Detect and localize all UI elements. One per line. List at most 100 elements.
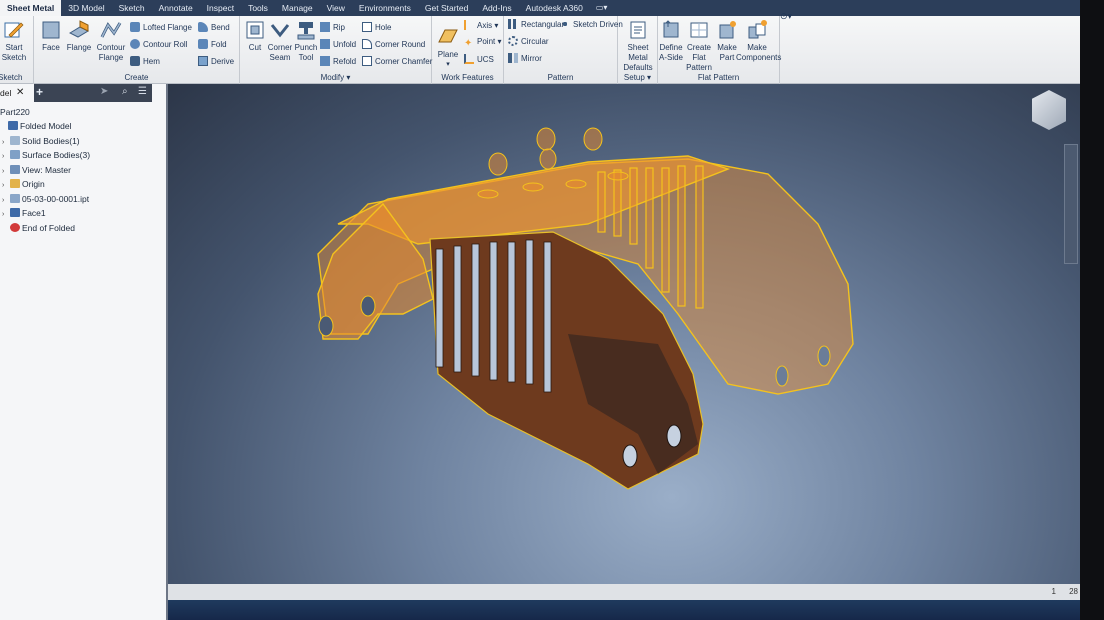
hamburger-menu-icon[interactable]: ☰ [138,86,147,97]
browser-tree-item[interactable]: › Face1 [2,207,46,221]
plane-dropdown-icon[interactable]: ▾ [434,60,462,70]
rectangular-pattern-button[interactable]: Rectangular [508,19,564,30]
browser-tab-model[interactable]: del ✕ [0,84,34,102]
close-icon[interactable]: ✕ [16,87,24,98]
bend-button[interactable]: Bend [198,22,230,33]
tab-tools[interactable]: Tools [241,0,275,16]
work-features-panel-title: Work Features [441,73,494,82]
corner-round-button[interactable]: Corner Round [362,39,425,50]
corner-seam-icon [270,24,290,38]
search-icon[interactable]: ⌕ [122,86,128,97]
graphics-viewport[interactable]: ▬ ▭ ✕ [168,84,1084,600]
tab-annotate[interactable]: Annotate [152,0,200,16]
corner-seam-button[interactable]: Corner Seam [266,19,294,63]
ucs-button[interactable]: UCS [464,54,494,65]
modify-panel-title-text: Modify [320,73,345,82]
browser-tree-item-label: Solid Bodies(1) [22,135,80,146]
mirror-icon [508,53,518,63]
face-button[interactable]: Face [38,19,64,53]
punch-tool-button[interactable]: Punch Tool [292,19,320,63]
windows-taskbar [168,600,1084,620]
refold-button[interactable]: Refold [320,56,356,67]
flange-button[interactable]: Flange [64,19,94,53]
browser-tree-item[interactable]: › View: Master [2,164,71,178]
make-components-button[interactable]: Make Components [736,19,782,63]
ribbon-overflow-button[interactable]: ⊙▾ [780,11,792,22]
surface-body-icon [10,150,20,159]
corner-chamfer-button[interactable]: Corner Chamfer [362,56,432,67]
sketch-driven-pattern-button[interactable]: Sketch Driven [560,19,623,30]
tab-environments[interactable]: Environments [352,0,418,16]
front-face-hole-2 [666,424,682,448]
expand-arrow-icon[interactable]: › [2,180,10,192]
point-button[interactable]: ✦ Point ▾ [464,37,501,49]
expand-arrow-icon[interactable]: › [2,209,10,221]
browser-tree-item[interactable]: End of Folded [2,222,75,234]
tab-inspect[interactable]: Inspect [200,0,241,16]
hole-button[interactable]: Hole [362,22,391,33]
tab-sketch[interactable]: Sketch [112,0,152,16]
browser-tree-item[interactable]: › 05-03-00-0001.ipt [2,193,89,207]
create-flat-pattern-button[interactable]: Create Flat Pattern [682,19,716,73]
lofted-flange-label: Lofted Flange [143,23,192,32]
axis-button[interactable]: Axis ▾ [464,20,498,31]
tab-autodesk-a360[interactable]: Autodesk A360 [519,0,590,16]
unfold-button[interactable]: Unfold [320,39,356,50]
cut-button[interactable]: Cut [242,19,268,53]
rip-label: Rip [333,23,346,32]
browser-tree-item-label: View: Master [22,164,71,175]
define-a-side-button[interactable]: Define A-Side [658,19,684,63]
tab-get-started[interactable]: Get Started [418,0,475,16]
tab-sheet-metal[interactable]: Sheet Metal [0,0,62,16]
setup-panel-title[interactable]: Setup ▾ [618,73,657,82]
face-label: Face [42,43,60,52]
browser-tree-item[interactable]: Folded Model [0,120,72,132]
sheet-metal-defaults-button[interactable]: Sheet Metal Defaults [618,19,658,73]
expand-arrow-icon[interactable]: › [2,137,10,149]
make-part-button[interactable]: Make Part [716,19,738,63]
browser-tree-item[interactable]: › Origin [2,178,45,192]
model-browser: del ✕ + ⌕ ☰ ➤ Part220 Folded Model › Solid… [0,84,168,620]
flange-icon [68,20,90,38]
flat-pattern-panel: Define A-Side Create Flat Pattern Make P… [658,16,782,84]
fold-button[interactable]: Fold [198,39,227,50]
start-sketch-button[interactable]: Start Sketch [0,19,32,63]
derive-button[interactable]: Derive [198,56,234,67]
tab-add-ins[interactable]: Add-Ins [475,0,518,16]
browser-tree-item[interactable]: › Solid Bodies(1) [2,135,80,149]
contour-roll-button[interactable]: Contour Roll [130,39,187,50]
rip-button[interactable]: Rip [320,22,345,33]
plane-button[interactable]: Plane ▾ [434,26,462,70]
setup-panel-title-text: Setup [623,73,645,82]
ribbon-display-toggle-icon[interactable]: ▭▾ [590,0,614,16]
contour-flange-button[interactable]: Contour Flange [94,19,128,63]
tab-view[interactable]: View [320,0,352,16]
hem-button[interactable]: Hem [130,56,160,67]
expand-arrow-icon[interactable]: › [2,195,10,207]
fold-label: Fold [211,40,227,49]
expand-arrow-icon[interactable]: › [2,166,10,178]
axis-label: Axis [477,21,493,30]
tab-manage[interactable]: Manage [275,0,320,16]
plane-icon [438,29,458,43]
tab-3d-model[interactable]: 3D Model [61,0,111,16]
browser-tree-item-label: Folded Model [20,121,72,131]
contour-roll-icon [130,39,140,49]
modify-panel-title[interactable]: Modify ▾ [240,73,431,82]
circular-pattern-button[interactable]: Circular [508,36,549,47]
browser-tree-item-label: Surface Bodies(3) [22,150,91,160]
add-browser-tab-icon[interactable]: + [36,85,43,99]
mirror-button[interactable]: Mirror [508,53,542,64]
flat-pattern-panel-title: Flat Pattern [697,73,740,82]
expand-arrow-icon[interactable]: › [2,151,10,163]
browser-tree-item[interactable]: › Surface Bodies(3) [2,149,90,163]
face-icon [10,208,20,217]
corner-chamfer-icon [362,56,372,66]
hole-label: Hole [375,23,392,32]
axis-icon [464,20,474,30]
navigation-bar[interactable] [1064,144,1078,264]
make-components-label-2: Components [736,53,782,62]
lofted-flange-button[interactable]: Lofted Flange [130,22,192,33]
browser-part-name[interactable]: Part220 [0,106,30,118]
rip-icon [320,22,330,32]
